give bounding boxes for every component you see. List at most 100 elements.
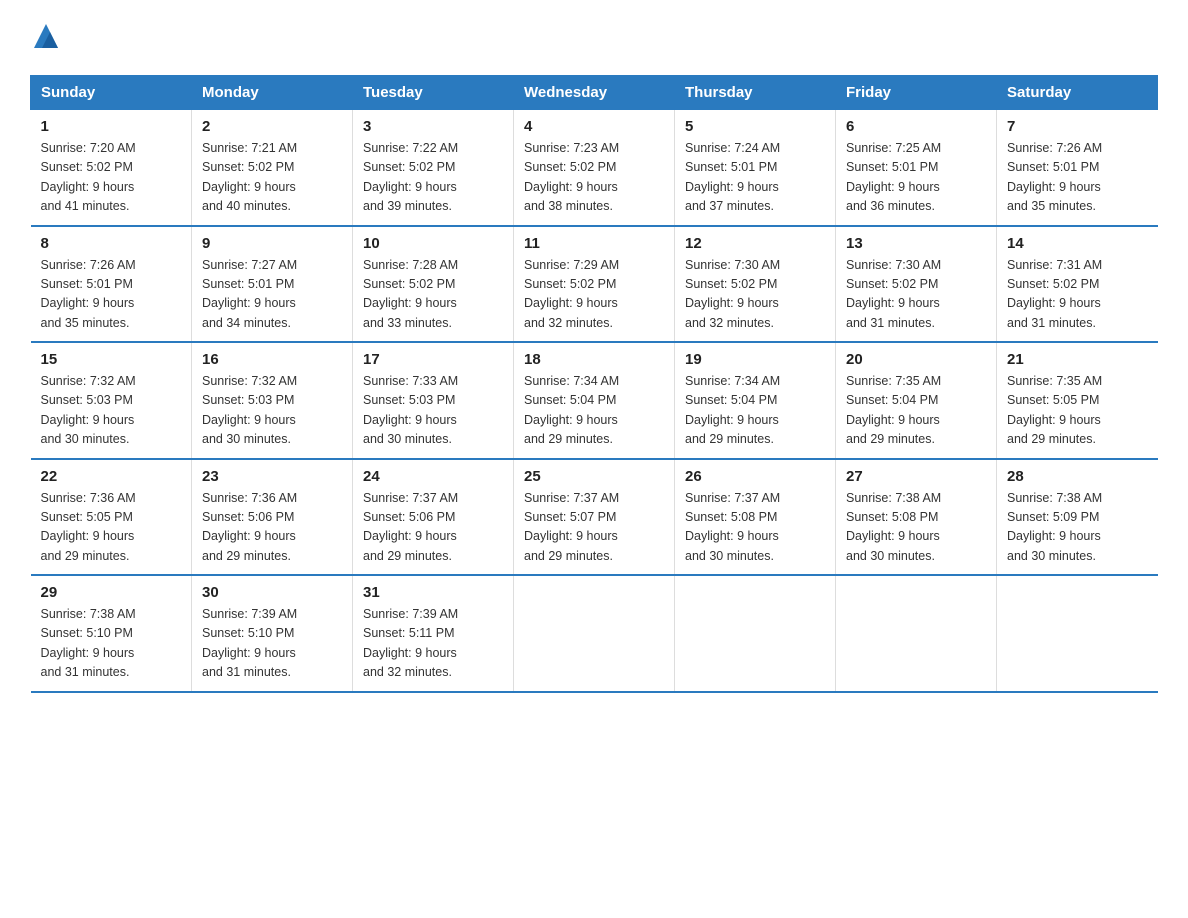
day-number: 5 xyxy=(685,118,825,135)
calendar-cell: 7 Sunrise: 7:26 AM Sunset: 5:01 PM Dayli… xyxy=(997,110,1158,226)
week-row-5: 29 Sunrise: 7:38 AM Sunset: 5:10 PM Dayl… xyxy=(31,575,1158,692)
day-info: Sunrise: 7:37 AM Sunset: 5:07 PM Dayligh… xyxy=(524,489,664,567)
calendar-cell: 20 Sunrise: 7:35 AM Sunset: 5:04 PM Dayl… xyxy=(836,342,997,459)
day-number: 23 xyxy=(202,468,342,485)
calendar-cell: 29 Sunrise: 7:38 AM Sunset: 5:10 PM Dayl… xyxy=(31,575,192,692)
day-info: Sunrise: 7:36 AM Sunset: 5:05 PM Dayligh… xyxy=(41,489,182,567)
calendar-cell: 4 Sunrise: 7:23 AM Sunset: 5:02 PM Dayli… xyxy=(514,110,675,226)
day-number: 1 xyxy=(41,118,182,135)
day-info: Sunrise: 7:38 AM Sunset: 5:10 PM Dayligh… xyxy=(41,605,182,683)
week-row-2: 8 Sunrise: 7:26 AM Sunset: 5:01 PM Dayli… xyxy=(31,226,1158,343)
day-info: Sunrise: 7:33 AM Sunset: 5:03 PM Dayligh… xyxy=(363,372,503,450)
day-number: 31 xyxy=(363,584,503,601)
header-thursday: Thursday xyxy=(675,76,836,110)
day-number: 15 xyxy=(41,351,182,368)
calendar-cell: 8 Sunrise: 7:26 AM Sunset: 5:01 PM Dayli… xyxy=(31,226,192,343)
day-info: Sunrise: 7:26 AM Sunset: 5:01 PM Dayligh… xyxy=(41,256,182,334)
calendar-cell: 31 Sunrise: 7:39 AM Sunset: 5:11 PM Dayl… xyxy=(353,575,514,692)
calendar-cell: 5 Sunrise: 7:24 AM Sunset: 5:01 PM Dayli… xyxy=(675,110,836,226)
day-number: 14 xyxy=(1007,235,1148,252)
day-info: Sunrise: 7:24 AM Sunset: 5:01 PM Dayligh… xyxy=(685,139,825,217)
calendar-cell: 12 Sunrise: 7:30 AM Sunset: 5:02 PM Dayl… xyxy=(675,226,836,343)
calendar-table: SundayMondayTuesdayWednesdayThursdayFrid… xyxy=(30,75,1158,693)
day-number: 9 xyxy=(202,235,342,252)
week-row-4: 22 Sunrise: 7:36 AM Sunset: 5:05 PM Dayl… xyxy=(31,459,1158,576)
day-info: Sunrise: 7:26 AM Sunset: 5:01 PM Dayligh… xyxy=(1007,139,1148,217)
day-info: Sunrise: 7:32 AM Sunset: 5:03 PM Dayligh… xyxy=(41,372,182,450)
calendar-cell: 1 Sunrise: 7:20 AM Sunset: 5:02 PM Dayli… xyxy=(31,110,192,226)
calendar-cell: 9 Sunrise: 7:27 AM Sunset: 5:01 PM Dayli… xyxy=(192,226,353,343)
calendar-cell xyxy=(997,575,1158,692)
header-sunday: Sunday xyxy=(31,76,192,110)
logo xyxy=(30,20,62,57)
day-number: 7 xyxy=(1007,118,1148,135)
calendar-cell: 10 Sunrise: 7:28 AM Sunset: 5:02 PM Dayl… xyxy=(353,226,514,343)
calendar-cell: 11 Sunrise: 7:29 AM Sunset: 5:02 PM Dayl… xyxy=(514,226,675,343)
calendar-cell: 15 Sunrise: 7:32 AM Sunset: 5:03 PM Dayl… xyxy=(31,342,192,459)
day-info: Sunrise: 7:39 AM Sunset: 5:10 PM Dayligh… xyxy=(202,605,342,683)
day-info: Sunrise: 7:35 AM Sunset: 5:05 PM Dayligh… xyxy=(1007,372,1148,450)
day-number: 8 xyxy=(41,235,182,252)
day-info: Sunrise: 7:23 AM Sunset: 5:02 PM Dayligh… xyxy=(524,139,664,217)
day-info: Sunrise: 7:36 AM Sunset: 5:06 PM Dayligh… xyxy=(202,489,342,567)
day-info: Sunrise: 7:35 AM Sunset: 5:04 PM Dayligh… xyxy=(846,372,986,450)
week-row-1: 1 Sunrise: 7:20 AM Sunset: 5:02 PM Dayli… xyxy=(31,110,1158,226)
week-row-3: 15 Sunrise: 7:32 AM Sunset: 5:03 PM Dayl… xyxy=(31,342,1158,459)
day-info: Sunrise: 7:22 AM Sunset: 5:02 PM Dayligh… xyxy=(363,139,503,217)
day-info: Sunrise: 7:28 AM Sunset: 5:02 PM Dayligh… xyxy=(363,256,503,334)
calendar-cell: 2 Sunrise: 7:21 AM Sunset: 5:02 PM Dayli… xyxy=(192,110,353,226)
day-info: Sunrise: 7:21 AM Sunset: 5:02 PM Dayligh… xyxy=(202,139,342,217)
calendar-cell xyxy=(836,575,997,692)
day-number: 4 xyxy=(524,118,664,135)
calendar-cell: 14 Sunrise: 7:31 AM Sunset: 5:02 PM Dayl… xyxy=(997,226,1158,343)
day-info: Sunrise: 7:25 AM Sunset: 5:01 PM Dayligh… xyxy=(846,139,986,217)
day-number: 16 xyxy=(202,351,342,368)
calendar-cell: 26 Sunrise: 7:37 AM Sunset: 5:08 PM Dayl… xyxy=(675,459,836,576)
calendar-cell: 6 Sunrise: 7:25 AM Sunset: 5:01 PM Dayli… xyxy=(836,110,997,226)
day-number: 30 xyxy=(202,584,342,601)
day-info: Sunrise: 7:34 AM Sunset: 5:04 PM Dayligh… xyxy=(685,372,825,450)
calendar-cell: 30 Sunrise: 7:39 AM Sunset: 5:10 PM Dayl… xyxy=(192,575,353,692)
day-number: 28 xyxy=(1007,468,1148,485)
day-number: 19 xyxy=(685,351,825,368)
calendar-cell: 24 Sunrise: 7:37 AM Sunset: 5:06 PM Dayl… xyxy=(353,459,514,576)
header-wednesday: Wednesday xyxy=(514,76,675,110)
day-number: 3 xyxy=(363,118,503,135)
day-info: Sunrise: 7:34 AM Sunset: 5:04 PM Dayligh… xyxy=(524,372,664,450)
days-header-row: SundayMondayTuesdayWednesdayThursdayFrid… xyxy=(31,76,1158,110)
day-info: Sunrise: 7:37 AM Sunset: 5:06 PM Dayligh… xyxy=(363,489,503,567)
header-friday: Friday xyxy=(836,76,997,110)
calendar-cell: 28 Sunrise: 7:38 AM Sunset: 5:09 PM Dayl… xyxy=(997,459,1158,576)
day-number: 2 xyxy=(202,118,342,135)
day-number: 13 xyxy=(846,235,986,252)
day-info: Sunrise: 7:20 AM Sunset: 5:02 PM Dayligh… xyxy=(41,139,182,217)
day-number: 11 xyxy=(524,235,664,252)
day-number: 10 xyxy=(363,235,503,252)
header-tuesday: Tuesday xyxy=(353,76,514,110)
day-info: Sunrise: 7:37 AM Sunset: 5:08 PM Dayligh… xyxy=(685,489,825,567)
day-info: Sunrise: 7:32 AM Sunset: 5:03 PM Dayligh… xyxy=(202,372,342,450)
day-info: Sunrise: 7:27 AM Sunset: 5:01 PM Dayligh… xyxy=(202,256,342,334)
calendar-cell xyxy=(675,575,836,692)
logo-icon xyxy=(30,20,62,57)
day-number: 17 xyxy=(363,351,503,368)
day-number: 6 xyxy=(846,118,986,135)
calendar-cell: 16 Sunrise: 7:32 AM Sunset: 5:03 PM Dayl… xyxy=(192,342,353,459)
day-number: 26 xyxy=(685,468,825,485)
day-info: Sunrise: 7:30 AM Sunset: 5:02 PM Dayligh… xyxy=(685,256,825,334)
day-number: 22 xyxy=(41,468,182,485)
day-number: 29 xyxy=(41,584,182,601)
day-info: Sunrise: 7:38 AM Sunset: 5:08 PM Dayligh… xyxy=(846,489,986,567)
calendar-cell: 3 Sunrise: 7:22 AM Sunset: 5:02 PM Dayli… xyxy=(353,110,514,226)
header-saturday: Saturday xyxy=(997,76,1158,110)
day-number: 18 xyxy=(524,351,664,368)
calendar-cell: 25 Sunrise: 7:37 AM Sunset: 5:07 PM Dayl… xyxy=(514,459,675,576)
day-number: 12 xyxy=(685,235,825,252)
day-info: Sunrise: 7:31 AM Sunset: 5:02 PM Dayligh… xyxy=(1007,256,1148,334)
calendar-cell: 18 Sunrise: 7:34 AM Sunset: 5:04 PM Dayl… xyxy=(514,342,675,459)
calendar-cell: 19 Sunrise: 7:34 AM Sunset: 5:04 PM Dayl… xyxy=(675,342,836,459)
calendar-cell: 21 Sunrise: 7:35 AM Sunset: 5:05 PM Dayl… xyxy=(997,342,1158,459)
day-number: 25 xyxy=(524,468,664,485)
page-header xyxy=(30,20,1158,57)
day-number: 21 xyxy=(1007,351,1148,368)
